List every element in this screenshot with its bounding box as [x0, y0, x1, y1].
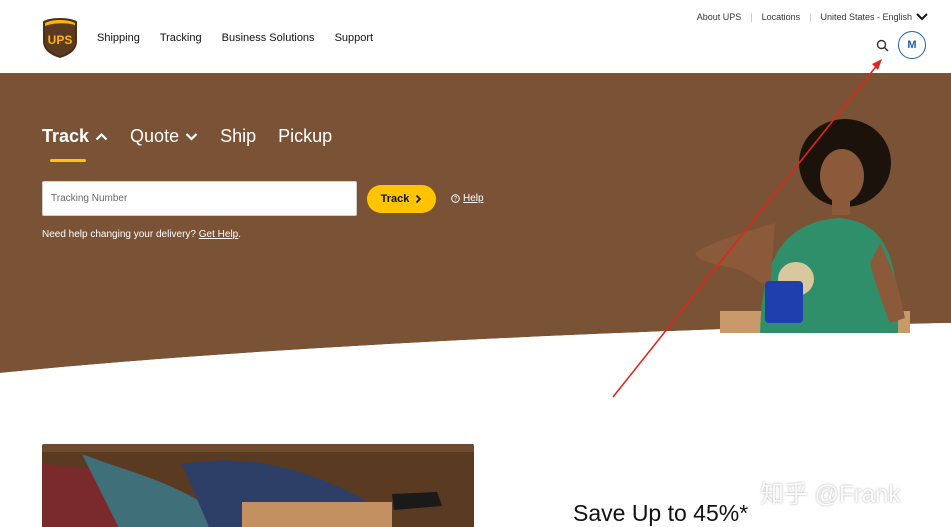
- hero-banner: Track Quote Ship Pickup Track ? Help Nee…: [0, 73, 951, 383]
- tab-ship[interactable]: Ship: [220, 126, 256, 147]
- promo-image: [42, 444, 474, 527]
- search-icon[interactable]: [876, 39, 889, 52]
- logo-text: UPS: [48, 33, 73, 47]
- chevron-right-icon: [416, 194, 422, 204]
- chevron-up-icon: [95, 132, 108, 141]
- locations-link[interactable]: Locations: [762, 12, 801, 22]
- ups-logo[interactable]: UPS: [42, 17, 78, 59]
- track-button[interactable]: Track: [367, 185, 436, 213]
- about-ups-link[interactable]: About UPS: [697, 12, 742, 22]
- get-help-link[interactable]: Get Help: [199, 229, 238, 240]
- nav-shipping[interactable]: Shipping: [97, 32, 140, 44]
- watermark-text: 知乎 @Frank: [760, 481, 901, 508]
- change-delivery-help: Need help changing your delivery? Get He…: [42, 229, 241, 240]
- help-link[interactable]: ? Help: [451, 193, 484, 204]
- tracking-number-input[interactable]: [42, 181, 357, 216]
- main-nav: Shipping Tracking Business Solutions Sup…: [97, 32, 373, 44]
- promo-title: Save Up to 45%*: [573, 500, 749, 526]
- tab-pickup[interactable]: Pickup: [278, 126, 332, 147]
- chevron-down-icon: [185, 133, 198, 141]
- nav-tracking[interactable]: Tracking: [160, 32, 202, 44]
- utility-nav: About UPS | Locations | United States - …: [697, 12, 929, 22]
- account-avatar[interactable]: M: [898, 31, 926, 59]
- nav-support[interactable]: Support: [335, 32, 374, 44]
- period: .: [238, 229, 242, 240]
- language-label: United States - English: [820, 12, 912, 22]
- shipping-tabs: Track Quote Ship Pickup: [42, 126, 332, 162]
- tab-track[interactable]: Track: [42, 126, 108, 162]
- divider: |: [750, 12, 753, 22]
- language-selector[interactable]: United States - English: [820, 12, 929, 22]
- nav-business-solutions[interactable]: Business Solutions: [222, 32, 315, 44]
- divider: |: [809, 12, 812, 22]
- hero-background: [0, 73, 951, 383]
- tab-quote[interactable]: Quote: [130, 126, 198, 147]
- tab-quote-label: Quote: [130, 126, 180, 146]
- tab-pickup-label: Pickup: [278, 126, 333, 146]
- tab-track-label: Track: [42, 126, 90, 146]
- question-circle-icon: ?: [451, 194, 460, 203]
- track-button-label: Track: [380, 193, 410, 205]
- chevron-down-icon: [916, 13, 928, 21]
- site-header: UPS Shipping Tracking Business Solutions…: [0, 0, 951, 73]
- change-delivery-text: Need help changing your delivery?: [42, 229, 196, 240]
- help-link-label: Help: [463, 193, 484, 204]
- tab-ship-label: Ship: [220, 126, 257, 146]
